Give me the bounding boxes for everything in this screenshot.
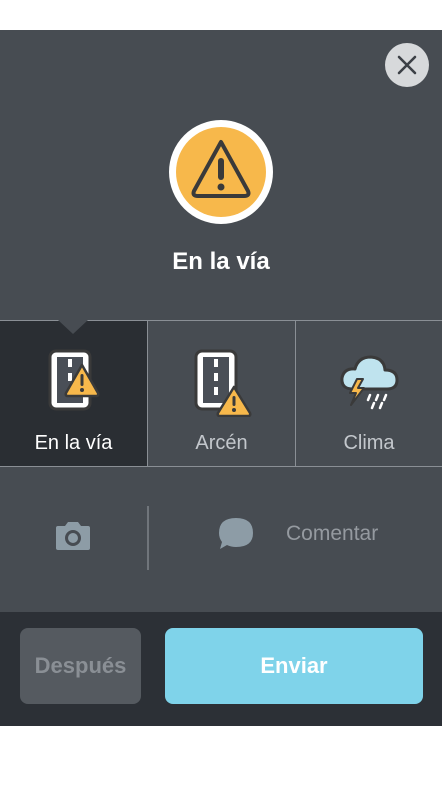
shoulder-hazard-icon [194,349,251,417]
later-button[interactable]: Después [20,628,141,704]
selection-pointer [58,320,88,334]
category-label: En la vía [34,432,113,454]
camera-icon [56,522,90,550]
road-hazard-icon [48,349,99,411]
category-weather[interactable]: Clima [296,321,442,466]
comment-label: Comentar [286,522,379,545]
warning-icon [169,120,273,224]
category-row: En la vía Arcén Clima [0,320,442,467]
category-on-road[interactable]: En la vía [0,320,148,466]
report-panel: En la vía En la vía Arcén Clima Comentar [0,30,442,612]
actions-divider [147,506,149,570]
close-icon [397,55,417,75]
send-button[interactable]: Enviar [165,628,423,704]
category-shoulder[interactable]: Arcén [148,321,296,466]
camera-button[interactable] [52,520,94,557]
comment-button[interactable]: Comentar [216,516,378,552]
actions-row: Comentar [0,466,442,611]
bottom-bar: Después Enviar [0,612,442,726]
page-title: En la vía [172,248,270,275]
speech-bubble-icon [219,518,253,549]
close-button[interactable] [385,43,429,87]
category-label: Arcén [195,432,248,454]
storm-cloud-icon [340,355,399,410]
category-label: Clima [343,432,395,454]
